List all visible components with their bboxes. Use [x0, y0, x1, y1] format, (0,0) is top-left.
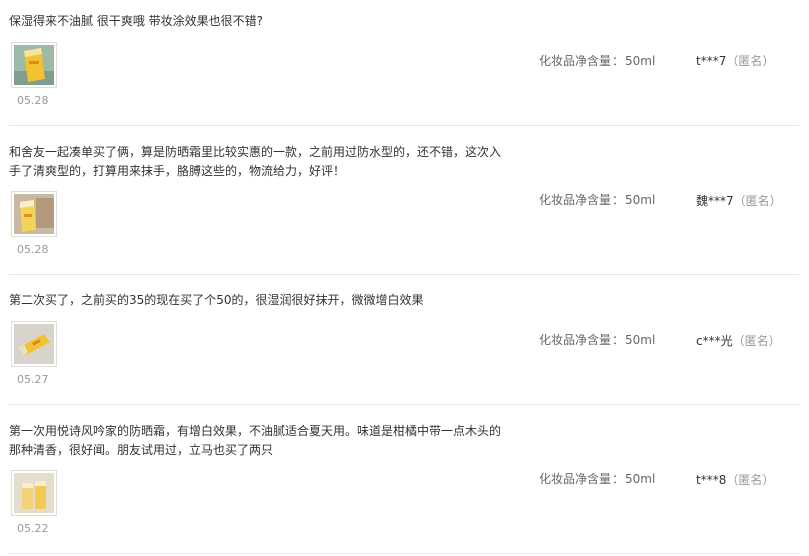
reviewer: t***7（匿名）	[696, 52, 774, 69]
anonymous-tag: （匿名）	[733, 194, 782, 208]
reviewer-name: c***光	[696, 334, 733, 348]
reviewer: c***光（匿名）	[696, 332, 781, 349]
reviewer: t***8（匿名）	[696, 471, 774, 488]
spec-label: 化妆品净含量	[539, 54, 612, 68]
review-photo-thumbnail[interactable]	[11, 470, 57, 516]
product-thumbnail-image	[14, 473, 54, 513]
spec-label: 化妆品净含量	[539, 193, 612, 207]
review-content: 第一次用悦诗风吟家的防晒霜，有增白效果，不油腻适合夏天用。味道是柑橘中带一点木头…	[9, 424, 502, 457]
spec-label: 化妆品净含量	[539, 333, 612, 347]
reviewer-name: t***8	[696, 473, 727, 487]
review-content: 和舍友一起凑单买了俩，算是防晒霜里比较实惠的一款，之前用过防水型的，还不错，这次…	[9, 145, 502, 178]
review-date: 05.27	[17, 373, 49, 386]
product-thumbnail-image	[14, 324, 54, 364]
review-date: 05.22	[17, 522, 49, 535]
product-thumbnail-image	[14, 45, 54, 85]
reviewer-name: t***7	[696, 54, 727, 68]
review-photo-thumbnail[interactable]	[11, 42, 57, 88]
review-content: 第二次买了，之前买的35的现在买了个50的，很湿润很好抹开，微微增白效果	[9, 293, 424, 307]
spec-label: 化妆品净含量	[539, 472, 612, 486]
review-photo-thumbnail[interactable]	[11, 321, 57, 367]
spec-value: 50ml	[625, 54, 656, 68]
product-spec: 化妆品净含量：50ml	[539, 193, 656, 207]
review-date: 05.28	[17, 243, 49, 256]
product-spec: 化妆品净含量：50ml	[539, 54, 656, 68]
spec-value: 50ml	[625, 333, 656, 347]
anonymous-tag: （匿名）	[726, 473, 775, 487]
review-photo-thumbnail[interactable]	[11, 191, 57, 237]
anonymous-tag: （匿名）	[726, 54, 775, 68]
product-spec: 化妆品净含量：50ml	[539, 333, 656, 347]
spec-value: 50ml	[625, 472, 656, 486]
spec-value: 50ml	[625, 193, 656, 207]
anonymous-tag: （匿名）	[732, 334, 781, 348]
review-content: 保湿得来不油腻 很干爽哦 带妆涂效果也很不错?	[9, 14, 263, 28]
product-spec: 化妆品净含量：50ml	[539, 472, 656, 486]
reviewer-name: 魏***7	[696, 194, 734, 208]
product-thumbnail-image	[14, 194, 54, 234]
reviewer: 魏***7（匿名）	[696, 192, 782, 209]
review-date: 05.28	[17, 94, 49, 107]
